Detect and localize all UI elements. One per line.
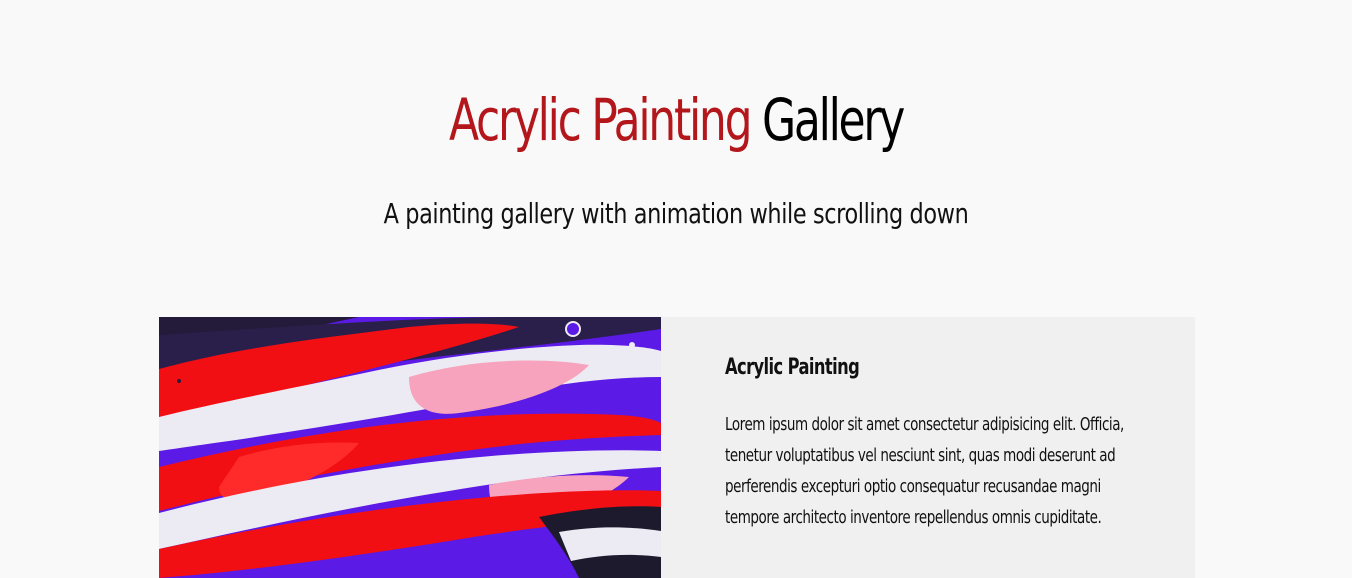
page-title-rest: Gallery xyxy=(762,86,905,154)
acrylic-painting-image xyxy=(159,317,661,578)
page-subtitle: A painting gallery with animation while … xyxy=(383,197,969,230)
paint-cell-1 xyxy=(565,321,581,337)
paint-cell-2 xyxy=(629,342,635,348)
gallery-card: Acrylic Painting Lorem ipsum dolor sit a… xyxy=(159,317,1195,578)
card-title: Acrylic Painting xyxy=(725,355,860,380)
page-title-accent: Acrylic Painting xyxy=(448,86,753,154)
painting-artwork xyxy=(159,317,661,578)
paint-cell-3 xyxy=(177,379,181,383)
card-description: Lorem ipsum dolor sit amet consectetur a… xyxy=(725,414,1124,528)
card-body: Acrylic Painting Lorem ipsum dolor sit a… xyxy=(725,347,1165,533)
page-title: Acrylic Painting Gallery xyxy=(162,78,1190,162)
